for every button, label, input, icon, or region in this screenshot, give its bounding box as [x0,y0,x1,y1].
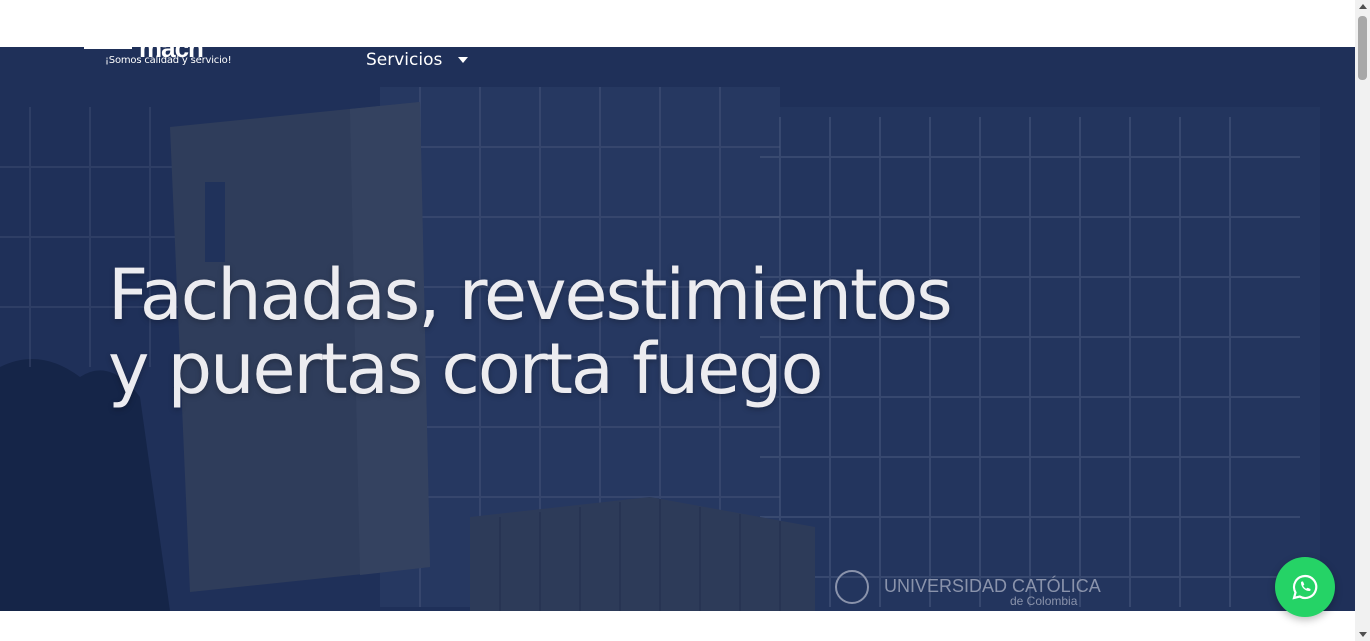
top-bar [0,0,1355,47]
scrollbar-thumb[interactable] [1358,16,1367,80]
sign-text-1: UNIVERSIDAD CATÓLICA [884,575,1101,596]
page: UNIVERSIDAD CATÓLICA de Colombia Fachada… [0,0,1370,641]
logo-mark [84,47,132,49]
hero-banner: UNIVERSIDAD CATÓLICA de Colombia Fachada… [0,47,1355,611]
hero-title-line-2: y puertas corta fuego [108,328,823,410]
scroll-up-icon[interactable] [1359,4,1367,9]
logo-tagline: ¡Somos calidad y servicio! [105,55,232,66]
whatsapp-button[interactable] [1275,557,1335,617]
whatsapp-icon [1292,574,1318,600]
page-scrollbar[interactable] [1355,0,1370,641]
hero-title-line-1: Fachadas, revestimientos [108,254,953,336]
sign-text-2: de Colombia [1010,594,1078,608]
university-crest-icon [835,570,869,604]
nav-item-label: Servicios [366,50,443,70]
nav-item-servicios[interactable]: Servicios [366,50,469,70]
scroll-down-icon[interactable] [1359,632,1367,637]
chevron-down-icon [458,57,469,63]
hero-title: Fachadas, revestimientos y puertas corta… [108,254,953,410]
site-logo[interactable]: macn ¡Somos calidad y servicio! [84,47,234,73]
